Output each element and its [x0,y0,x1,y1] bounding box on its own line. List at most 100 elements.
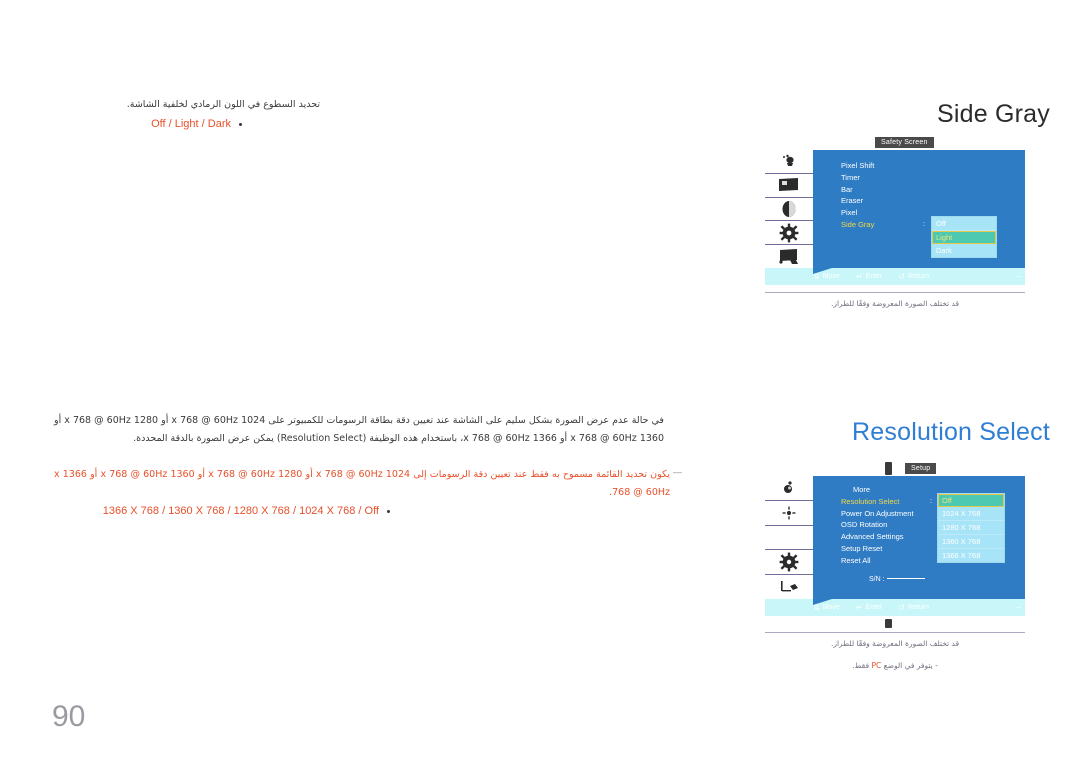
osd-icon-brightness[interactable] [765,501,813,526]
osd-icon-picture[interactable] [765,150,813,174]
osd-caption-note-prefix: - يتوفر في الوضع [881,661,938,670]
section-title-resolution-select: Resolution Select [852,418,1050,446]
osd-footer-bar: ⇅ Move ↵ Enter ↺ Return – [765,599,1025,616]
section-title-side-gray: Side Gray [937,100,1050,128]
osd-footer-enter[interactable]: ↵ Enter [855,602,883,612]
osd-dropdown-option[interactable]: 1360 X 768 [938,535,1004,549]
osd-footer-enter-label: Enter [865,273,883,280]
osd-footer-return[interactable]: ↺ Return [898,602,929,612]
osd-tab-row: Setup [765,462,1025,476]
osd-footer-return[interactable]: ↺ Return [898,271,929,281]
osd-menu-item[interactable]: OSD Rotation [841,519,914,531]
osd-panel: Pixel Shift Timer Bar Eraser Pixel Side … [813,150,1025,268]
osd-screenshot-setup: Setup More Resolution Select Power On Ad… [765,462,1025,628]
osd-icon-settings-gear[interactable] [765,221,813,246]
resolution-select-note: يكون تحديد القائمة مسموح به فقط عند تعيي… [54,469,670,498]
resolution-select-values-row: 1366 X 768 / 1360 X 768 / 1280 X 768 / 1… [54,505,664,517]
osd-footer-return-label: Return [907,273,929,280]
osd-footer-enter-label: Enter [865,604,883,611]
osd-dropdown-option-selected[interactable]: Off [938,494,1004,507]
osd-footer-dash: – [1016,272,1021,281]
osd-caption-side-gray: قد تختلف الصورة المعروضة وفقًا للطراز. [765,292,1025,310]
bullet-icon [239,122,242,126]
osd-screenshot-safety-screen: Safety Screen Pixel Shift Timer Bar Eras… [765,136,1025,285]
osd-dropdown-option[interactable]: 1024 X 768 [938,507,1004,521]
return-arrow-icon: ↺ [898,271,905,281]
osd-icon-contrast[interactable] [765,198,813,222]
osd-menu-item[interactable]: Eraser [841,195,874,207]
osd-menu-item-selected[interactable]: Resolution Select [841,496,914,508]
osd-menu-item[interactable]: Setup Reset [841,543,914,555]
page-number: 90 [52,700,86,733]
osd-icon-system[interactable] [765,245,813,268]
osd-footer-enter[interactable]: ↵ Enter [855,271,883,281]
osd-menu-item[interactable]: Reset All [841,555,914,567]
osd-footer-corner [813,268,835,274]
side-gray-values-row: Off / Light / Dark [20,118,320,130]
caption-divider [765,632,1025,633]
osd-dropdown-option[interactable]: 1366 X 768 [938,549,1004,562]
osd-dropdown-option[interactable]: Dark [932,244,996,257]
osd-caption-text: قد تختلف الصورة المعروضة وفقًا للطراز. [830,299,960,308]
osd-menu-item[interactable]: Timer [841,172,874,184]
osd-dropdown-side-gray[interactable]: Off Light Dark [931,216,997,258]
osd-footer-corner [813,599,835,605]
resolution-select-values-block: 1366 X 768 / 1360 X 768 / 1280 X 768 / 1… [54,505,664,517]
osd-value-colon: : [930,496,933,505]
osd-serial-number: S/N : [869,576,927,583]
enter-key-icon: ↵ [855,271,863,281]
osd-body: More Resolution Select Power On Adjustme… [765,476,1025,599]
osd-menu-item-selected[interactable]: Side Gray [841,219,874,231]
osd-icon-rail [765,150,813,268]
bullet-icon [387,509,390,513]
osd-body: Pixel Shift Timer Bar Eraser Pixel Side … [765,150,1025,268]
osd-footer-bar: ⇅ Move ↵ Enter ↺ Return – [765,268,1025,285]
return-arrow-icon: ↺ [898,602,905,612]
osd-menu-item[interactable]: Advanced Settings [841,531,914,543]
osd-caption-note: - يتوفر في الوضع PC فقط. [765,660,1025,672]
osd-menu-item[interactable]: Bar [841,184,874,196]
osd-footer-move-label: Move [822,604,840,611]
osd-caption-note-pc: PC [871,661,882,670]
side-gray-description-block: تحديد السطوع في اللون الرمادي لخلفية الش… [20,96,320,130]
osd-icon-picture[interactable] [765,476,813,501]
osd-icon-settings-gear[interactable] [765,550,813,576]
osd-menu-item[interactable]: Pixel Shift [841,160,874,172]
osd-menu-item[interactable]: Pixel [841,207,874,219]
osd-serial-number-label: S/N : [869,576,885,583]
side-gray-values: Off / Light / Dark [151,118,231,130]
osd-value-colon: : [923,219,926,228]
side-gray-description: تحديد السطوع في اللون الرمادي لخلفية الش… [126,99,320,110]
osd-illustration-column: Side Gray Safety Screen Pixel Shift Time… [745,0,1080,763]
osd-footer-dash: – [1016,603,1021,612]
osd-panel: More Resolution Select Power On Adjustme… [813,476,1025,599]
osd-scroll-knob-bottom [885,619,892,628]
enter-key-icon: ↵ [855,602,863,612]
resolution-select-values: 1366 X 768 / 1360 X 768 / 1280 X 768 / 1… [102,505,379,517]
osd-scroll-knob-top [885,462,892,475]
osd-menu-item[interactable]: More [841,484,914,496]
manual-page: تحديد السطوع في اللون الرمادي لخلفية الش… [0,0,1080,763]
osd-footer-return-label: Return [907,604,929,611]
resolution-select-paragraph: في حالة عدم عرض الصورة بشكل سليم على الش… [54,415,664,444]
note-marker: ― [673,467,682,477]
osd-icon-display[interactable] [765,174,813,198]
osd-caption-text: قد تختلف الصورة المعروضة وفقًا للطراز. [830,639,960,648]
osd-caption-resolution-select: قد تختلف الصورة المعروضة وفقًا للطراز. -… [765,632,1025,672]
osd-tab-row: Safety Screen [765,136,1025,150]
osd-menu-list: More Resolution Select Power On Adjustme… [841,484,914,567]
osd-dropdown-resolution-select[interactable]: Off 1024 X 768 1280 X 768 1360 X 768 136… [937,493,1005,563]
osd-dropdown-option-selected[interactable]: Light [932,231,996,244]
osd-dropdown-option[interactable]: Off [932,217,996,231]
osd-icon-rail [765,476,813,599]
resolution-select-paragraph-block: في حالة عدم عرض الصورة بشكل سليم على الش… [54,412,664,448]
osd-caption-note-suffix: فقط. [852,661,872,670]
osd-footer-move-label: Move [822,273,840,280]
osd-menu-list: Pixel Shift Timer Bar Eraser Pixel Side … [841,160,874,231]
osd-dropdown-option[interactable]: 1280 X 768 [938,521,1004,535]
osd-menu-item[interactable]: Power On Adjustment [841,508,914,520]
osd-icon-blank[interactable] [765,526,813,551]
caption-divider [765,292,1025,293]
body-text-column: تحديد السطوع في اللون الرمادي لخلفية الش… [0,0,700,763]
osd-icon-support[interactable] [765,575,813,599]
